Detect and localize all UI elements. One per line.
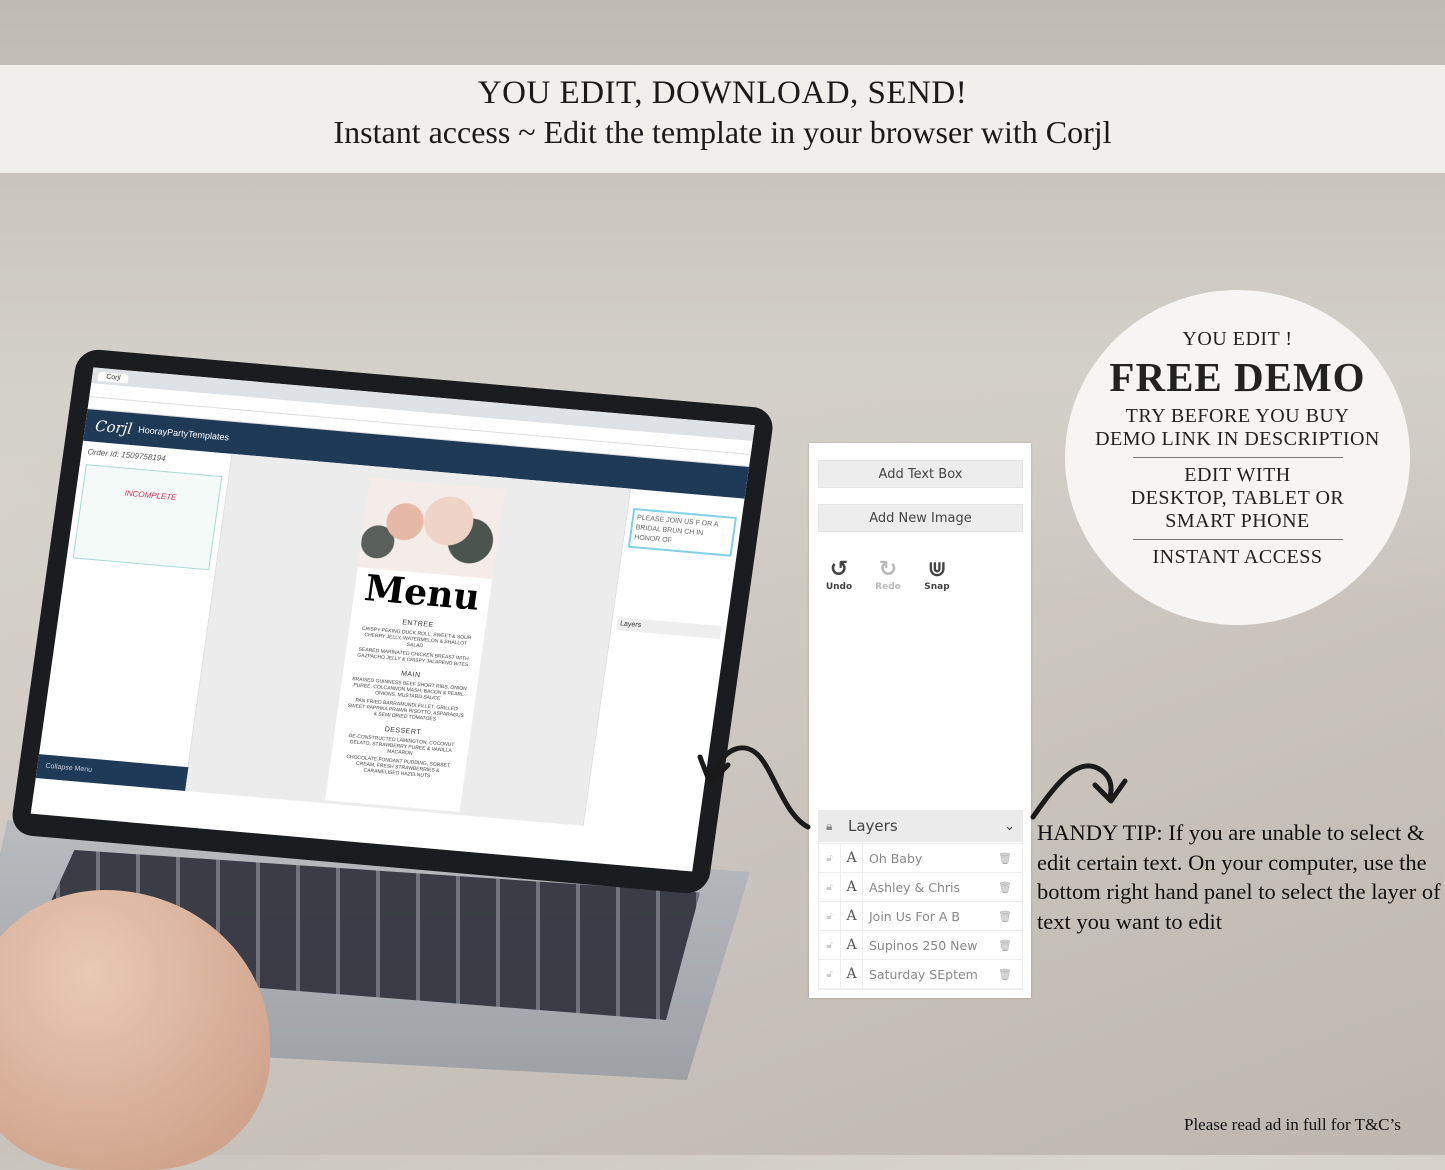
corjl-logo: Corjl <box>94 416 134 438</box>
layer-row[interactable]: 🔓︎ A Supinos 250 New 🗑︎ <box>819 931 1022 960</box>
banner-headline: YOU EDIT, DOWNLOAD, SEND! <box>477 75 968 111</box>
layers-title: Layers <box>848 817 898 835</box>
curved-arrow-icon <box>1030 763 1128 820</box>
trash-icon[interactable]: 🗑︎ <box>998 968 1022 981</box>
tool-label: Redo <box>875 582 901 592</box>
menu-template[interactable]: Menu ENTREE CRISPY PEKING DUCK ROLL, SWE… <box>325 477 505 813</box>
badge-text: YOU EDIT ! <box>1182 328 1293 350</box>
text-edit-box[interactable]: PLEASE JOIN US F OR A BRIDAL BRUN CH IN … <box>627 508 737 557</box>
layer-name: Oh Baby <box>869 850 923 866</box>
badge-text: SMART PHONE <box>1165 510 1310 532</box>
tool-label: Snap <box>924 582 950 592</box>
layer-name: Ashley & Chris <box>869 879 961 895</box>
layers-header[interactable]: 🔒︎ Layers ⌄ <box>818 810 1023 842</box>
order-id: Order Id: 1509758194 <box>86 447 167 464</box>
text-layer-icon: A <box>841 960 863 988</box>
lock-icon: 🔒︎ <box>826 818 833 833</box>
layer-name: Join Us For A B <box>869 908 960 924</box>
curved-arrow-icon <box>697 745 811 830</box>
handy-tip: HANDY TIP: If you are unable to select &… <box>1037 820 1441 934</box>
chevron-down-icon[interactable]: ⌄ <box>1004 819 1015 834</box>
undo-icon: ↺ <box>829 557 849 582</box>
tool-label: Undo <box>825 582 853 592</box>
divider <box>1132 457 1343 458</box>
trash-icon[interactable]: 🗑︎ <box>998 881 1022 894</box>
divider <box>1132 539 1343 540</box>
magnet-icon: ⋓ <box>927 557 947 582</box>
undo-button[interactable]: ↺ Undo <box>823 557 855 593</box>
trash-icon[interactable]: 🗑︎ <box>998 939 1022 952</box>
badge-title: FREE DEMO <box>1109 354 1366 400</box>
redo-button[interactable]: ↻ Redo <box>872 557 904 593</box>
unlock-icon[interactable]: 🔓︎ <box>819 960 841 988</box>
laptop-screen: Corjl Corjl HoorayPartyTemplates Order I… <box>9 348 776 895</box>
layer-row[interactable]: 🔓︎ A Join Us For A B 🗑︎ <box>819 902 1022 931</box>
free-demo-badge: YOU EDIT ! FREE DEMO TRY BEFORE YOU BUY … <box>1065 290 1410 625</box>
layers-header[interactable]: Layers <box>616 617 722 640</box>
shop-name: HoorayPartyTemplates <box>137 424 230 443</box>
unlock-icon[interactable]: 🔓︎ <box>819 873 841 901</box>
layer-row[interactable]: 🔓︎ A Ashley & Chris 🗑︎ <box>819 873 1022 902</box>
layer-row[interactable]: 🔓︎ A Saturday SEptem 🗑︎ <box>819 960 1022 989</box>
redo-icon: ↻ <box>878 557 898 582</box>
unlock-icon[interactable]: 🔓︎ <box>819 931 841 959</box>
terms-note: Please read ad in full for T&C’s <box>1184 1115 1401 1134</box>
badge-text: INSTANT ACCESS <box>1152 546 1323 568</box>
badge-text: DEMO LINK IN DESCRIPTION <box>1095 428 1380 450</box>
text-layer-icon: A <box>841 873 863 901</box>
trash-icon[interactable]: 🗑︎ <box>998 852 1022 865</box>
trash-icon[interactable]: 🗑︎ <box>998 910 1022 923</box>
floral-image <box>357 477 505 579</box>
canvas-area: Menu ENTREE CRISPY PEKING DUCK ROLL, SWE… <box>185 453 631 826</box>
text-layer-icon: A <box>841 844 863 872</box>
badge-text: DESKTOP, TABLET OR <box>1130 487 1345 509</box>
text-layer-icon: A <box>841 902 863 930</box>
top-banner: YOU EDIT, DOWNLOAD, SEND! Instant access… <box>0 65 1445 173</box>
layer-name: Saturday SEptem <box>869 966 978 982</box>
banner-subheadline: Instant access ~ Edit the template in yo… <box>333 114 1112 150</box>
editor-panel: Add Text Box Add New Image ↺ Undo ↻ Redo ⋓… <box>809 443 1031 998</box>
layer-name: Supinos 250 New <box>869 937 978 953</box>
browser-tab[interactable]: Corjl <box>97 371 130 383</box>
text-layer-icon: A <box>841 931 863 959</box>
add-text-box-button[interactable]: Add Text Box <box>818 460 1023 488</box>
snap-button[interactable]: ⋓ Snap <box>921 557 953 593</box>
template-card[interactable]: INCOMPLETE <box>72 464 223 571</box>
layers-list: 🔓︎ A Oh Baby 🗑︎ 🔓︎ A Ashley & Chris 🗑︎ 🔓︎ A Join… <box>818 843 1023 990</box>
badge-text: TRY BEFORE YOU BUY <box>1125 405 1350 427</box>
badge-text: EDIT WITH <box>1184 464 1291 486</box>
layer-row[interactable]: 🔓︎ A Oh Baby 🗑︎ <box>819 844 1022 873</box>
unlock-icon[interactable]: 🔓︎ <box>819 844 841 872</box>
add-new-image-button[interactable]: Add New Image <box>818 504 1023 532</box>
collapse-menu-button[interactable]: Collapse Menu <box>35 754 189 792</box>
unlock-icon[interactable]: 🔓︎ <box>819 902 841 930</box>
status-badge: INCOMPLETE <box>124 488 178 503</box>
